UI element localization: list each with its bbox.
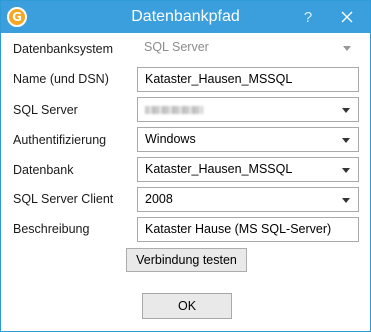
- test-connection-button[interactable]: Verbindung testen: [126, 248, 247, 272]
- database-system-label: Datenbanksystem: [13, 42, 114, 56]
- sql-server-client-select[interactable]: 2008: [137, 187, 359, 212]
- sql-server-client-label: SQL Server Client: [13, 192, 114, 206]
- chevron-down-icon: [342, 108, 350, 113]
- chevron-down-icon: [343, 46, 351, 51]
- authentication-select[interactable]: Windows: [137, 127, 359, 152]
- chevron-down-icon: [342, 138, 350, 143]
- sql-server-label: SQL Server: [13, 103, 78, 117]
- title-bar[interactable]: G Datenbankpfad ?: [1, 1, 370, 33]
- sql-server-redacted-value: [145, 106, 203, 114]
- description-label: Beschreibung: [13, 222, 90, 236]
- help-button[interactable]: ?: [297, 7, 319, 29]
- close-button[interactable]: [335, 6, 359, 28]
- database-value: Kataster_Hausen_MSSQL: [145, 162, 293, 176]
- name-label: Name (und DSN): [13, 72, 109, 86]
- description-input[interactable]: Kataster Hause (MS SQL-Server): [137, 217, 359, 242]
- database-path-dialog: G Datenbankpfad ? Datenbanksystem SQL Se…: [0, 0, 371, 332]
- database-system-select: SQL Server: [137, 36, 359, 61]
- name-value: Kataster_Hausen_MSSQL: [145, 72, 293, 86]
- sql-server-client-value: 2008: [145, 192, 173, 206]
- close-icon: [341, 11, 353, 23]
- authentication-label: Authentifizierung: [13, 133, 107, 147]
- name-input[interactable]: Kataster_Hausen_MSSQL: [137, 67, 359, 92]
- authentication-value: Windows: [145, 132, 196, 146]
- chevron-down-icon: [342, 168, 350, 173]
- ok-button[interactable]: OK: [142, 293, 232, 319]
- database-select[interactable]: Kataster_Hausen_MSSQL: [137, 157, 359, 182]
- database-label: Datenbank: [13, 163, 74, 177]
- chevron-down-icon: [342, 198, 350, 203]
- help-icon: ?: [303, 9, 313, 26]
- sql-server-select[interactable]: [137, 97, 359, 122]
- database-system-value: SQL Server: [144, 40, 209, 54]
- description-value: Kataster Hause (MS SQL-Server): [145, 222, 332, 236]
